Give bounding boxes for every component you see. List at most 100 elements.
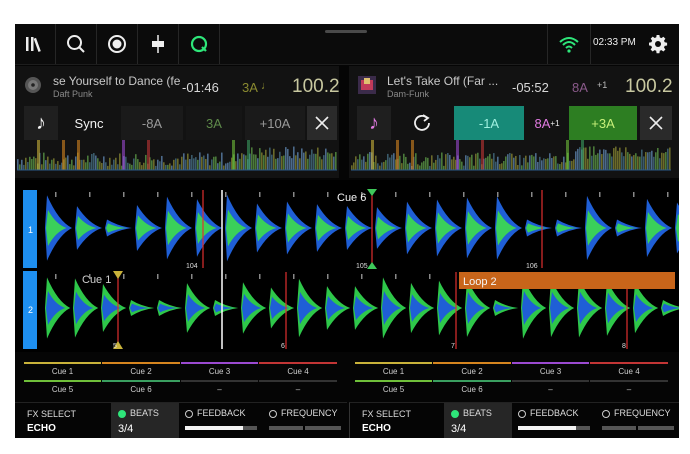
music-note-icon: ♪	[369, 111, 379, 134]
quantize-icon	[190, 35, 208, 53]
radio-icon	[518, 409, 526, 418]
feedback-slider[interactable]	[518, 426, 590, 430]
cue-pad-5[interactable]: Cue 5	[24, 380, 101, 398]
key-current-label: 3A	[206, 115, 222, 131]
search-button[interactable]	[56, 24, 97, 64]
deck-2-track-info[interactable]: Let's Take Off (Far ... Dam-Funk -05:52 …	[349, 66, 673, 106]
beats-value: 3/4	[451, 423, 467, 435]
loop-label: Loop 2	[463, 276, 497, 288]
feedback-option[interactable]: FEEDBACK	[185, 408, 246, 418]
library-button[interactable]	[15, 24, 56, 64]
cue-pad-6[interactable]: Cue 6	[102, 380, 180, 398]
feedback-fill	[518, 426, 576, 430]
frequency-label: FREQUENCY	[281, 408, 338, 418]
frequency-slider[interactable]	[602, 426, 674, 430]
time-remaining: -01:46	[182, 80, 219, 95]
close-icon	[315, 116, 329, 130]
frequency-option[interactable]: FREQUENCY	[269, 408, 338, 418]
track-bpm: 100.2	[292, 76, 340, 97]
frequency-label: FREQUENCY	[614, 408, 671, 418]
close-button[interactable]	[640, 106, 672, 140]
record-button[interactable]	[97, 24, 138, 64]
beat-marker: 105	[356, 263, 368, 270]
feedback-label: FEEDBACK	[197, 408, 246, 418]
wifi-icon	[559, 37, 579, 53]
beat-marker: 5	[113, 343, 117, 350]
crossfader-button[interactable]	[138, 24, 179, 64]
beat-marker: 8	[622, 343, 626, 350]
fx-effect-name[interactable]: ECHO	[362, 423, 391, 434]
beats-button[interactable]: BEATS 3/4	[111, 403, 179, 438]
cue1-label: Cue 1	[82, 274, 111, 286]
key-lock-button[interactable]: ♪	[357, 106, 391, 140]
sync-button[interactable]: Sync	[61, 106, 117, 140]
refresh-icon	[414, 114, 430, 131]
note-icon: ♩	[261, 80, 272, 92]
key-adjust: +1	[597, 80, 608, 90]
clock: 02:33 PM	[593, 37, 636, 48]
cue-pad-7[interactable]: –	[181, 380, 258, 398]
wifi-button[interactable]	[547, 24, 591, 64]
close-button[interactable]	[307, 106, 337, 140]
key-current-adjust: +1	[550, 118, 560, 128]
deck-2-label: 2	[28, 305, 33, 315]
beat-marker: 7	[451, 343, 455, 350]
key-up-button[interactable]: +3A	[569, 106, 637, 140]
cue-pad-2[interactable]: Cue 2	[102, 362, 180, 380]
deck-1-header: se Yourself to Dance (fe Daft Punk -01:4…	[15, 66, 340, 178]
feedback-option[interactable]: FEEDBACK	[518, 408, 579, 418]
key-current-button[interactable]: 3A	[186, 106, 242, 140]
feedback-slider[interactable]	[185, 426, 257, 430]
cue-pad-2[interactable]: Cue 2	[433, 362, 511, 380]
crossfader-icon	[152, 35, 164, 53]
key-lock-button[interactable]: ♪	[24, 106, 58, 140]
cue-pad-4[interactable]: Cue 4	[259, 362, 337, 380]
deck-1-track-info[interactable]: se Yourself to Dance (fe Daft Punk -01:4…	[15, 66, 340, 106]
key-down-button[interactable]: -1A	[454, 106, 524, 140]
key-down-label: -1A	[478, 115, 500, 131]
drawer-handle[interactable]	[325, 30, 367, 33]
top-bar: 02:33 PM	[15, 24, 679, 65]
fx-effect-name[interactable]: ECHO	[27, 423, 56, 434]
beats-value: 3/4	[118, 423, 134, 435]
beats-button[interactable]: BEATS 3/4	[444, 403, 512, 438]
cue-pad-3[interactable]: Cue 3	[512, 362, 589, 380]
quantize-button[interactable]	[179, 24, 220, 64]
feedback-fill	[185, 426, 243, 430]
settings-button[interactable]	[643, 24, 673, 64]
deck-1-label: 1	[28, 225, 33, 235]
track-key: 8A	[572, 80, 588, 95]
key-up-button[interactable]: +10A	[245, 106, 305, 140]
main-waveform[interactable]: 1 2 Loop 2 Cue 6 Cue 1 104 105 106 5 6 7…	[15, 180, 679, 352]
track-title: se Yourself to Dance (fe	[53, 74, 181, 88]
key-current-button[interactable]: 8A +1	[527, 106, 567, 140]
cue-pad-8[interactable]: –	[590, 380, 668, 398]
deck-2-overview-waveform[interactable]	[351, 140, 671, 177]
app-screen: 02:33 PM se Yourself to Dance (fe Daft P…	[15, 24, 679, 438]
cue-pad-1[interactable]: Cue 1	[24, 362, 101, 380]
cue-pad-3[interactable]: Cue 3	[181, 362, 258, 380]
cue-pad-4[interactable]: Cue 4	[590, 362, 668, 380]
frequency-slider[interactable]	[269, 426, 341, 430]
sync-label: Sync	[74, 115, 104, 131]
cue-pad-5[interactable]: Cue 5	[355, 380, 432, 398]
key-down-button[interactable]: -8A	[121, 106, 183, 140]
reset-key-button[interactable]	[393, 106, 451, 140]
album-art	[358, 76, 376, 94]
key-up-label: +10A	[259, 115, 291, 131]
cue-pad-8[interactable]: –	[259, 380, 337, 398]
deck-1-overview-waveform[interactable]	[17, 140, 337, 177]
deck-1-fx-panel: FX SELECT ECHO BEATS 3/4 FEEDBACK FREQUE…	[15, 402, 347, 438]
track-artist: Dam-Funk	[387, 89, 430, 99]
cue-pad-1[interactable]: Cue 1	[355, 362, 432, 380]
beat-marker: 106	[526, 263, 538, 270]
cue-pad-7[interactable]: –	[512, 380, 589, 398]
cue-pad-6[interactable]: Cue 6	[433, 380, 511, 398]
radio-icon	[185, 409, 193, 418]
key-up-label: +3A	[591, 115, 615, 131]
library-icon	[26, 37, 41, 52]
frequency-option[interactable]: FREQUENCY	[602, 408, 671, 418]
track-title: Let's Take Off (Far ...	[387, 74, 499, 88]
album-art-vinyl	[25, 77, 41, 93]
beat-marker: 6	[281, 343, 285, 350]
